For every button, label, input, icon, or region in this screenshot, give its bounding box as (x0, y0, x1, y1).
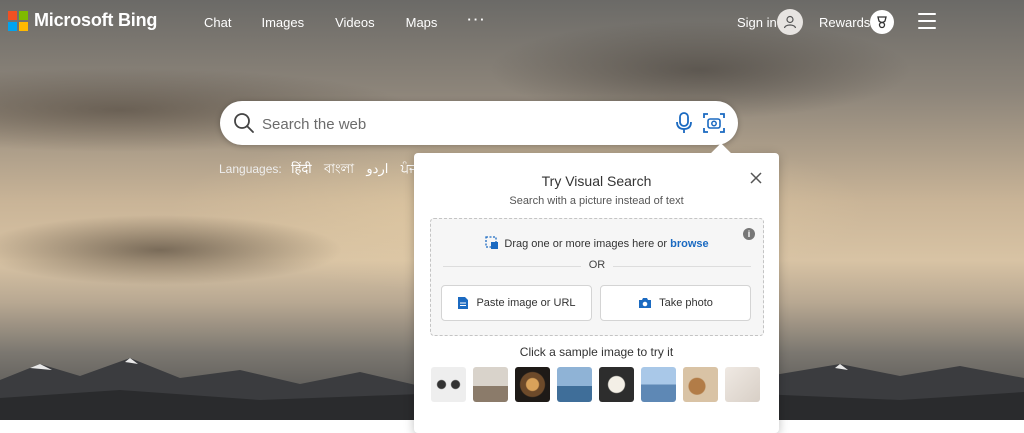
search-icon[interactable] (233, 112, 255, 134)
sample-image-interior[interactable] (473, 367, 508, 402)
search-box (220, 101, 738, 145)
drag-image-icon (485, 236, 499, 249)
logo-text: Microsoft Bing (34, 10, 158, 30)
sample-image-city[interactable] (557, 367, 592, 402)
sample-image-glasses[interactable] (431, 367, 466, 402)
top-navigation-bar: Microsoft Bing Chat Images Videos Maps ·… (0, 0, 1024, 46)
nav-images[interactable]: Images (261, 15, 304, 30)
language-links: Languages: हिंदी বাংলা اردو ਪੰਜਾਬੀ (219, 159, 419, 181)
rewards-link[interactable]: Rewards (819, 15, 870, 30)
language-link[interactable]: اردو (366, 161, 388, 176)
take-photo-button[interactable]: Take photo (600, 285, 751, 321)
avatar-icon[interactable] (777, 9, 803, 35)
signin-link[interactable]: Sign in (737, 15, 777, 30)
nav-links: Chat Images Videos Maps ··· (204, 12, 486, 30)
image-drop-zone[interactable]: i Drag one or more images here or browse… (430, 218, 764, 336)
close-icon[interactable] (748, 170, 764, 186)
language-link[interactable]: বাংলা (324, 161, 354, 176)
rewards-trophy-icon[interactable] (870, 10, 894, 34)
sample-images-label: Click a sample image to try it (519, 345, 674, 359)
sample-image-food[interactable] (515, 367, 550, 402)
panel-subtitle: Search with a picture instead of text (509, 195, 684, 207)
more-menu-button[interactable]: ··· (467, 12, 486, 30)
hamburger-menu-icon[interactable] (918, 13, 936, 29)
microphone-icon[interactable] (674, 111, 694, 135)
nav-maps[interactable]: Maps (406, 15, 438, 30)
language-link[interactable]: हिंदी (291, 161, 312, 176)
paste-label: Paste image or URL (476, 297, 576, 309)
bing-logo[interactable]: Microsoft Bing (8, 10, 157, 31)
sample-image-tent[interactable] (641, 367, 676, 402)
document-icon (458, 297, 469, 309)
languages-label: Languages: (219, 162, 282, 176)
nav-videos[interactable]: Videos (335, 15, 375, 30)
visual-search-panel: Try Visual Search Search with a picture … (414, 143, 779, 433)
search-input[interactable] (260, 113, 644, 135)
camera-icon (639, 298, 652, 308)
visual-search-icon[interactable] (702, 111, 726, 135)
drag-text: Drag one or more images here or (504, 238, 668, 250)
browse-link[interactable]: browse (670, 238, 709, 250)
sample-image-dogs[interactable] (683, 367, 718, 402)
sample-image-decor[interactable] (725, 367, 760, 402)
drag-instructions: Drag one or more images here or browse (431, 236, 763, 250)
paste-image-button[interactable]: Paste image or URL (441, 285, 592, 321)
microsoft-logo-icon (8, 10, 28, 31)
panel-title: Try Visual Search (541, 173, 652, 189)
or-separator: OR (581, 259, 613, 271)
sample-images (431, 367, 760, 402)
photo-label: Take photo (659, 297, 713, 309)
sample-image-flower[interactable] (599, 367, 634, 402)
nav-chat[interactable]: Chat (204, 15, 231, 30)
